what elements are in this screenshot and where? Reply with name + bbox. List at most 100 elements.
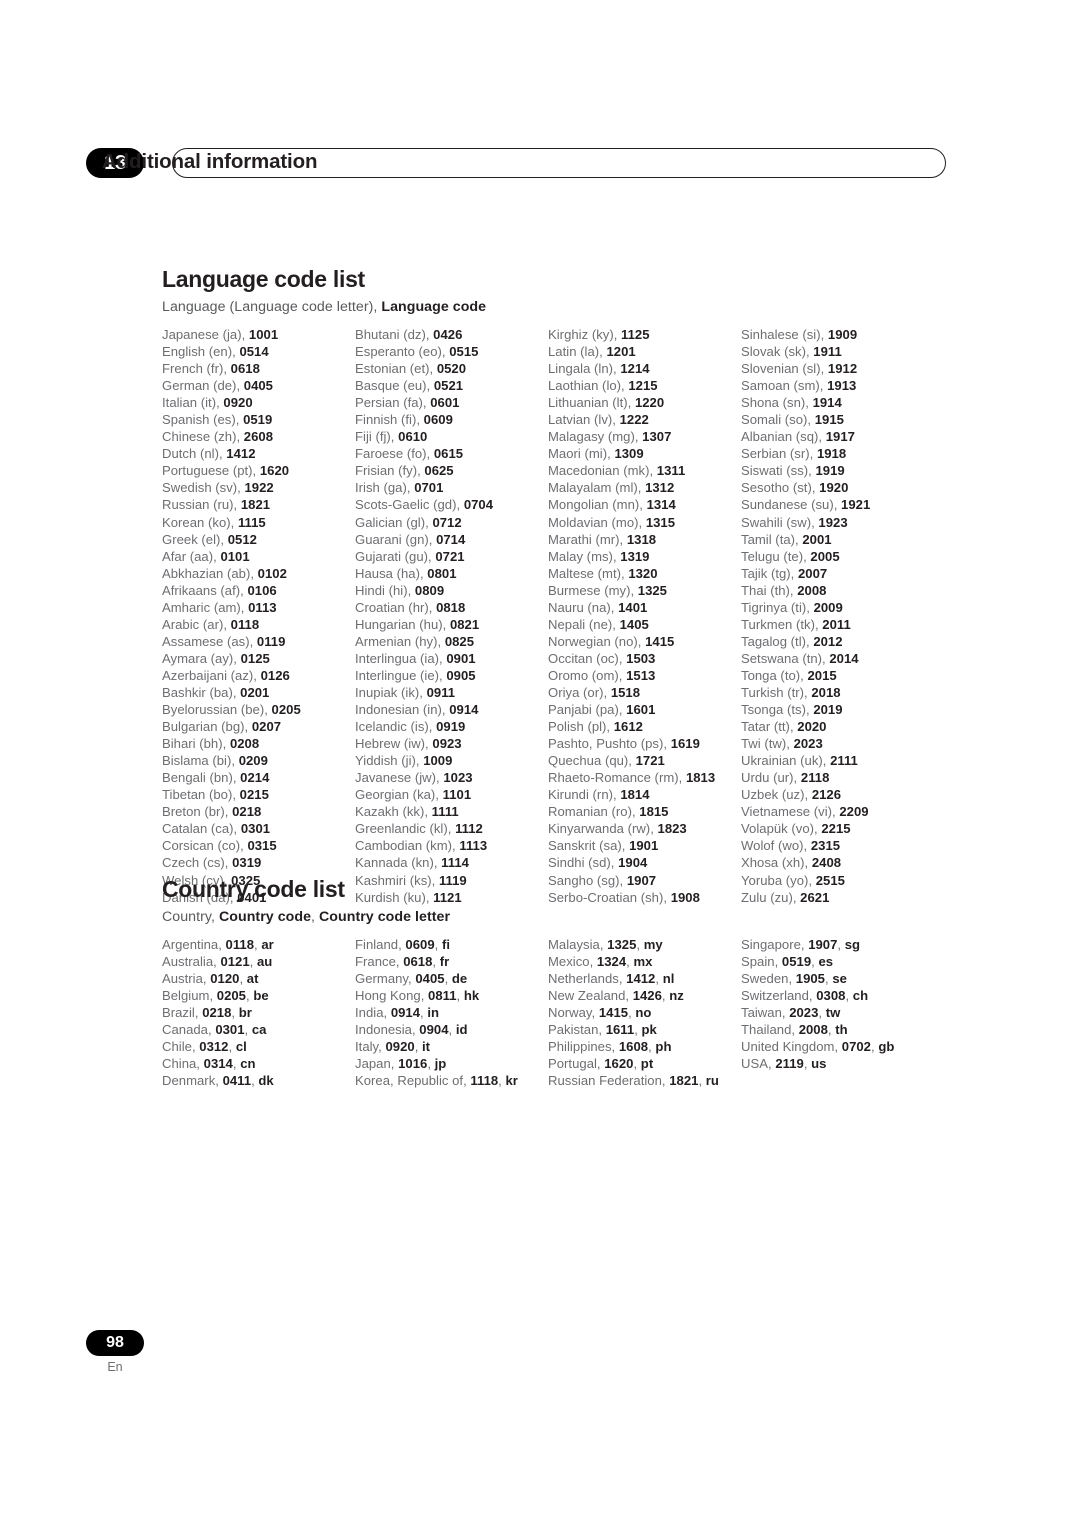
- code-entry-name: Sanskrit (sa),: [548, 838, 630, 854]
- code-entry-name: Singapore,: [741, 937, 809, 952]
- code-entry-code: 1309: [614, 446, 644, 462]
- code-entry: Kazakh (kk), 1111: [355, 803, 548, 820]
- code-entry-letter: tw: [825, 1005, 841, 1021]
- code-entry-code: 1009: [423, 753, 453, 769]
- code-entry-name: Swedish (sv),: [162, 480, 245, 496]
- code-entry: Kirundi (rn), 1814: [548, 786, 741, 803]
- code-entry: Twi (tw), 2023: [741, 735, 971, 752]
- code-entry: Sindhi (sd), 1904: [548, 854, 741, 871]
- code-entry: Kirghiz (ky), 1125: [548, 326, 741, 343]
- code-entry-name: Malaysia,: [548, 937, 608, 952]
- code-entry: Japan, 1016, jp: [355, 1055, 548, 1072]
- code-entry-code: 0405: [243, 378, 273, 394]
- code-entry-letter: gb: [878, 1039, 895, 1055]
- code-entry-code: 2001: [802, 531, 832, 547]
- code-entry-name: Philippines,: [548, 1039, 619, 1055]
- code-entry-code: 2005: [810, 548, 840, 564]
- code-entry-separator: ,: [456, 988, 464, 1004]
- code-entry-separator: ,: [231, 1005, 239, 1021]
- code-entry-name: Greek (el),: [162, 531, 228, 547]
- code-entry-name: Catalan (ca),: [162, 821, 241, 837]
- code-entry: Malagasy (mg), 1307: [548, 428, 741, 445]
- code-entry-name: Tonga (to),: [741, 667, 808, 683]
- code-entry-letter: pk: [641, 1022, 657, 1038]
- code-entry-code: 1426: [632, 988, 662, 1004]
- code-entry-code: 0102: [257, 565, 287, 581]
- code-entry: Finnish (fi), 0609: [355, 411, 548, 428]
- code-entry: Catalan (ca), 0301: [162, 820, 355, 837]
- code-entry: Chile, 0312, cl: [162, 1038, 355, 1055]
- code-entry-code: 1823: [657, 821, 687, 837]
- code-entry: Bulgarian (bg), 0207: [162, 718, 355, 735]
- code-entry-separator: ,: [448, 1022, 456, 1038]
- code-entry-name: Albanian (sq),: [741, 429, 826, 445]
- code-entry-separator: ,: [698, 1073, 706, 1089]
- page-footer: 98 En: [86, 1330, 206, 1374]
- code-entry-code: 0618: [403, 954, 433, 970]
- code-entry: Tigrinya (ti), 2009: [741, 599, 971, 616]
- code-entry-letter: no: [635, 1005, 652, 1021]
- code-entry-name: Pashto, Pushto (ps),: [548, 736, 671, 752]
- code-entry-name: Kirundi (rn),: [548, 787, 621, 803]
- code-entry: Bihari (bh), 0208: [162, 735, 355, 752]
- code-entry-code: 0625: [424, 463, 454, 479]
- code-entry: Scots-Gaelic (gd), 0704: [355, 496, 548, 513]
- code-entry: Kinyarwanda (rw), 1823: [548, 820, 741, 837]
- code-entry-name: Kazakh (kk),: [355, 804, 432, 820]
- code-entry-name: Russian Federation,: [548, 1073, 670, 1089]
- code-entry-code: 2020: [797, 719, 827, 735]
- code-entry-code: 0113: [248, 599, 277, 615]
- code-entry-letter: de: [451, 971, 468, 987]
- code-entry-separator: ,: [444, 971, 452, 987]
- code-entry-letter: hk: [463, 988, 480, 1004]
- code-entry-code: 0118: [230, 616, 260, 632]
- code-entry: Volapük (vo), 2215: [741, 820, 971, 837]
- code-entry-code: 1921: [841, 497, 871, 513]
- code-entry-name: Corsican (co),: [162, 838, 248, 854]
- code-entry-code: 0118: [225, 937, 255, 952]
- code-entry: Oriya (or), 1518: [548, 684, 741, 701]
- code-entry: Bengali (bn), 0214: [162, 769, 355, 786]
- code-entry: Telugu (te), 2005: [741, 548, 971, 565]
- code-entry: Laothian (lo), 1215: [548, 377, 741, 394]
- code-entry: Esperanto (eo), 0515: [355, 343, 548, 360]
- code-entry-name: Mexico,: [548, 954, 597, 970]
- code-entry-letter: my: [643, 937, 663, 952]
- code-entry: Brazil, 0218, br: [162, 1004, 355, 1021]
- code-entry-code: 1905: [795, 971, 825, 987]
- code-entry-name: Rhaeto-Romance (rm),: [548, 770, 686, 786]
- code-entry: Interlingua (ia), 0901: [355, 650, 548, 667]
- code-entry-code: 1001: [248, 327, 279, 342]
- language-subheading-bold: Language code: [381, 299, 487, 315]
- code-entry-name: Georgian (ka),: [355, 787, 443, 803]
- code-entry-separator: ,: [228, 1039, 236, 1055]
- code-entry: Marathi (mr), 1318: [548, 531, 741, 548]
- code-entry-code: 1619: [670, 736, 700, 752]
- code-entry-name: Nauru (na),: [548, 599, 619, 615]
- code-entry-code: 0101: [220, 548, 250, 564]
- code-entry-code: 2014: [829, 650, 859, 666]
- code-entry-name: Interlingue (ie),: [355, 667, 447, 683]
- code-entry-code: 1922: [244, 480, 274, 496]
- code-entry-code: 1401: [618, 599, 648, 615]
- code-entry: Norwegian (no), 1415: [548, 633, 741, 650]
- code-entry: Rhaeto-Romance (rm), 1813: [548, 769, 741, 786]
- code-entry: Albanian (sq), 1917: [741, 428, 971, 445]
- code-entry-code: 0905: [446, 667, 476, 683]
- country-subheading-plain: Country,: [162, 909, 219, 925]
- code-entry-letter: ca: [251, 1022, 267, 1038]
- code-entry-code: 1016: [398, 1056, 428, 1072]
- code-entry: Moldavian (mo), 1315: [548, 514, 741, 531]
- code-entry-name: Latin (la),: [548, 344, 607, 360]
- country-subheading-mid: ,: [311, 909, 319, 925]
- code-entry-code: 0609: [405, 937, 435, 952]
- code-entry: Hong Kong, 0811, hk: [355, 987, 548, 1004]
- code-entry-name: Bhutani (dz),: [355, 327, 434, 342]
- code-entry-name: Hindi (hi),: [355, 582, 415, 598]
- code-entry-code: 0712: [432, 514, 462, 530]
- code-entry-name: Thai (th),: [741, 582, 798, 598]
- code-entry-code: 2126: [811, 787, 842, 803]
- code-entry-code: 1111: [431, 804, 459, 820]
- code-entry-code: 0721: [435, 548, 465, 564]
- code-entry-code: 0121: [220, 954, 250, 970]
